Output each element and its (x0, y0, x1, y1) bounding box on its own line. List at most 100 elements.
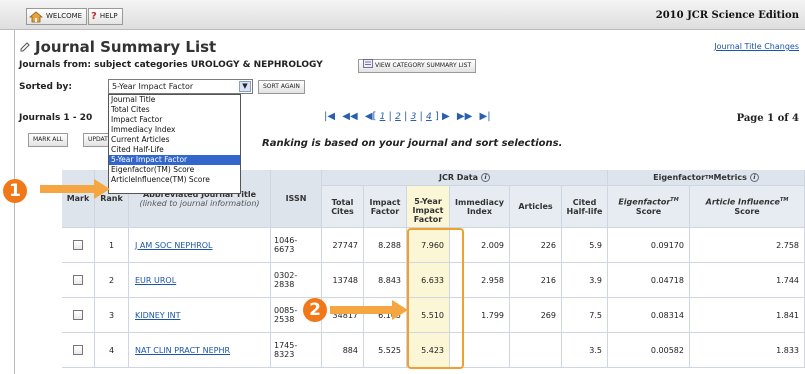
first-page-button[interactable]: |◀ (324, 111, 335, 122)
journal-title-link[interactable]: J AM SOC NEPHROL (129, 228, 271, 263)
impact-factor-cell: 5.525 (364, 333, 407, 368)
eigen-cell: 0.00582 (608, 333, 690, 368)
total-cites-cell: 884 (322, 333, 364, 368)
mark-cell (62, 298, 95, 333)
eigen-score-sup: TM (670, 197, 679, 204)
articles-cell (510, 333, 562, 368)
sort-option[interactable]: Immediacy Index (109, 125, 240, 135)
immediacy-cell: 2.009 (450, 228, 510, 263)
prev-many-button[interactable]: ◀◀ (342, 111, 357, 122)
col-header-articles: Articles (510, 186, 562, 228)
page-link-1[interactable]: 1 (380, 112, 386, 122)
mark-checkbox[interactable] (73, 275, 83, 285)
half-life-cell: 5.9 (562, 228, 608, 263)
influence-cell: 1.744 (690, 263, 805, 298)
impact-factor-cell: 8.843 (364, 263, 407, 298)
immediacy-cell: 2.958 (450, 263, 510, 298)
jcr-data-label: JCR Data (438, 173, 479, 182)
pager: |◀ ◀◀ ◀[ 1 | 2 | 3 | 4 ] ▶ ▶▶ ▶| (324, 111, 491, 122)
info-icon[interactable]: i (481, 173, 491, 182)
col-header-impact-factor: Impact Factor (364, 186, 407, 228)
issn-part: 6673 (274, 245, 295, 254)
mark-all-label: MARK ALL (33, 136, 64, 143)
page-link-3[interactable]: 3 (411, 112, 417, 122)
update-button[interactable]: UPDATE (83, 133, 109, 147)
last-page-button[interactable]: ▶| (480, 111, 491, 122)
col-header-total-cites: Total Cites (322, 186, 364, 228)
influence-cell: 1.833 (690, 333, 805, 368)
sort-option[interactable]: Current Articles (109, 135, 240, 145)
update-label: UPDATE (88, 136, 108, 143)
home-icon (28, 10, 44, 23)
article-influence-label: Article InfluenceTM (706, 197, 789, 207)
influence-cell: 2.758 (690, 228, 805, 263)
sort-option-selected[interactable]: 5-Year Impact Factor (109, 155, 240, 165)
question-icon: ? (91, 11, 97, 22)
page-link-4[interactable]: 4 (426, 112, 432, 122)
welcome-button[interactable]: WELCOME (26, 8, 88, 25)
eigen-cell: 0.04718 (608, 263, 690, 298)
mark-cell (62, 228, 95, 263)
sort-option[interactable]: Eigenfactor(TM) Score (109, 165, 240, 175)
view-category-summary-button[interactable]: VIEW CATEGORY SUMMARY LIST (358, 59, 477, 73)
eigen-cell: 0.09170 (608, 228, 690, 263)
half-life-cell: 7.5 (562, 298, 608, 333)
article-influence-text: Article Influence (705, 197, 780, 207)
sort-option[interactable]: Impact Factor (109, 115, 240, 125)
col-header-eigenfactor-score: EigenfactorTM Score (608, 186, 690, 228)
title-changes-link[interactable]: Journal Title Changes (714, 42, 799, 51)
issn-part: 0302- (274, 271, 298, 280)
mark-all-button[interactable]: MARK ALL (28, 133, 69, 147)
rank-cell: 1 (95, 228, 129, 263)
total-cites-cell: 13748 (322, 263, 364, 298)
five-year-cell: 5.423 (407, 333, 450, 368)
mark-checkbox[interactable] (73, 310, 83, 320)
sort-option[interactable]: Journal Title (109, 95, 240, 105)
sort-option[interactable]: ArticleInfluence(TM) Score (109, 175, 240, 185)
rank-cell: 4 (95, 333, 129, 368)
mark-cell (62, 333, 95, 368)
issn-part: 1745- (274, 341, 298, 350)
journal-title-link[interactable]: EUR UROL (129, 263, 271, 298)
eigen-score-text: Eigenfactor (618, 197, 671, 207)
issn-part: 1046- (274, 236, 298, 245)
page-link-2[interactable]: 2 (395, 112, 401, 122)
sort-again-label: SORT AGAIN (263, 83, 300, 90)
edition-label: 2010 JCR Science Edition (655, 10, 799, 21)
ranking-note: Ranking is based on your journal and sor… (262, 138, 563, 149)
issn-cell: 0302- 2838 (271, 263, 322, 298)
issn-part: 2538 (274, 315, 295, 324)
eigen-score-label: EigenfactorTM (618, 197, 678, 207)
journal-title-link[interactable]: KIDNEY INT (129, 298, 271, 333)
info-icon[interactable]: i (749, 173, 759, 182)
rank-cell: 3 (95, 298, 129, 333)
sort-select[interactable]: 5-Year Impact Factor ▼ (108, 79, 253, 94)
issn-cell: 1745- 8323 (271, 333, 322, 368)
articles-cell: 269 (510, 298, 562, 333)
prev-page-button[interactable]: ◀ (365, 111, 373, 122)
sorted-by-label: Sorted by: (19, 82, 72, 92)
next-many-button[interactable]: ▶▶ (457, 111, 472, 122)
help-button[interactable]: ? HELP (88, 8, 123, 25)
page-title: Journal Summary List (19, 38, 216, 56)
sort-dropdown-list[interactable]: Journal Title Total Cites Impact Factor … (108, 94, 241, 194)
callout-badge-2: 2 (303, 298, 327, 322)
five-year-cell: 5.510 (407, 298, 450, 333)
sort-again-button[interactable]: SORT AGAIN (258, 80, 305, 94)
journal-title-link[interactable]: NAT CLIN PRACT NEPHR (129, 333, 271, 368)
issn-part: 2838 (274, 280, 295, 289)
page-count: Page 1 of 4 (736, 113, 799, 124)
next-page-button[interactable]: ▶ (442, 111, 450, 122)
issn-cell: 1046- 6673 (271, 228, 322, 263)
mark-checkbox[interactable] (73, 240, 83, 250)
articles-cell: 216 (510, 263, 562, 298)
half-life-cell: 3.5 (562, 333, 608, 368)
pencil-icon (19, 38, 31, 56)
sort-option[interactable]: Cited Half-Life (109, 145, 240, 155)
issn-part: 8323 (274, 350, 295, 359)
page-title-text: Journal Summary List (35, 38, 217, 56)
mark-checkbox[interactable] (73, 345, 83, 355)
chevron-down-icon[interactable]: ▼ (239, 81, 251, 92)
sort-option[interactable]: Total Cites (109, 105, 240, 115)
half-life-cell: 3.9 (562, 263, 608, 298)
